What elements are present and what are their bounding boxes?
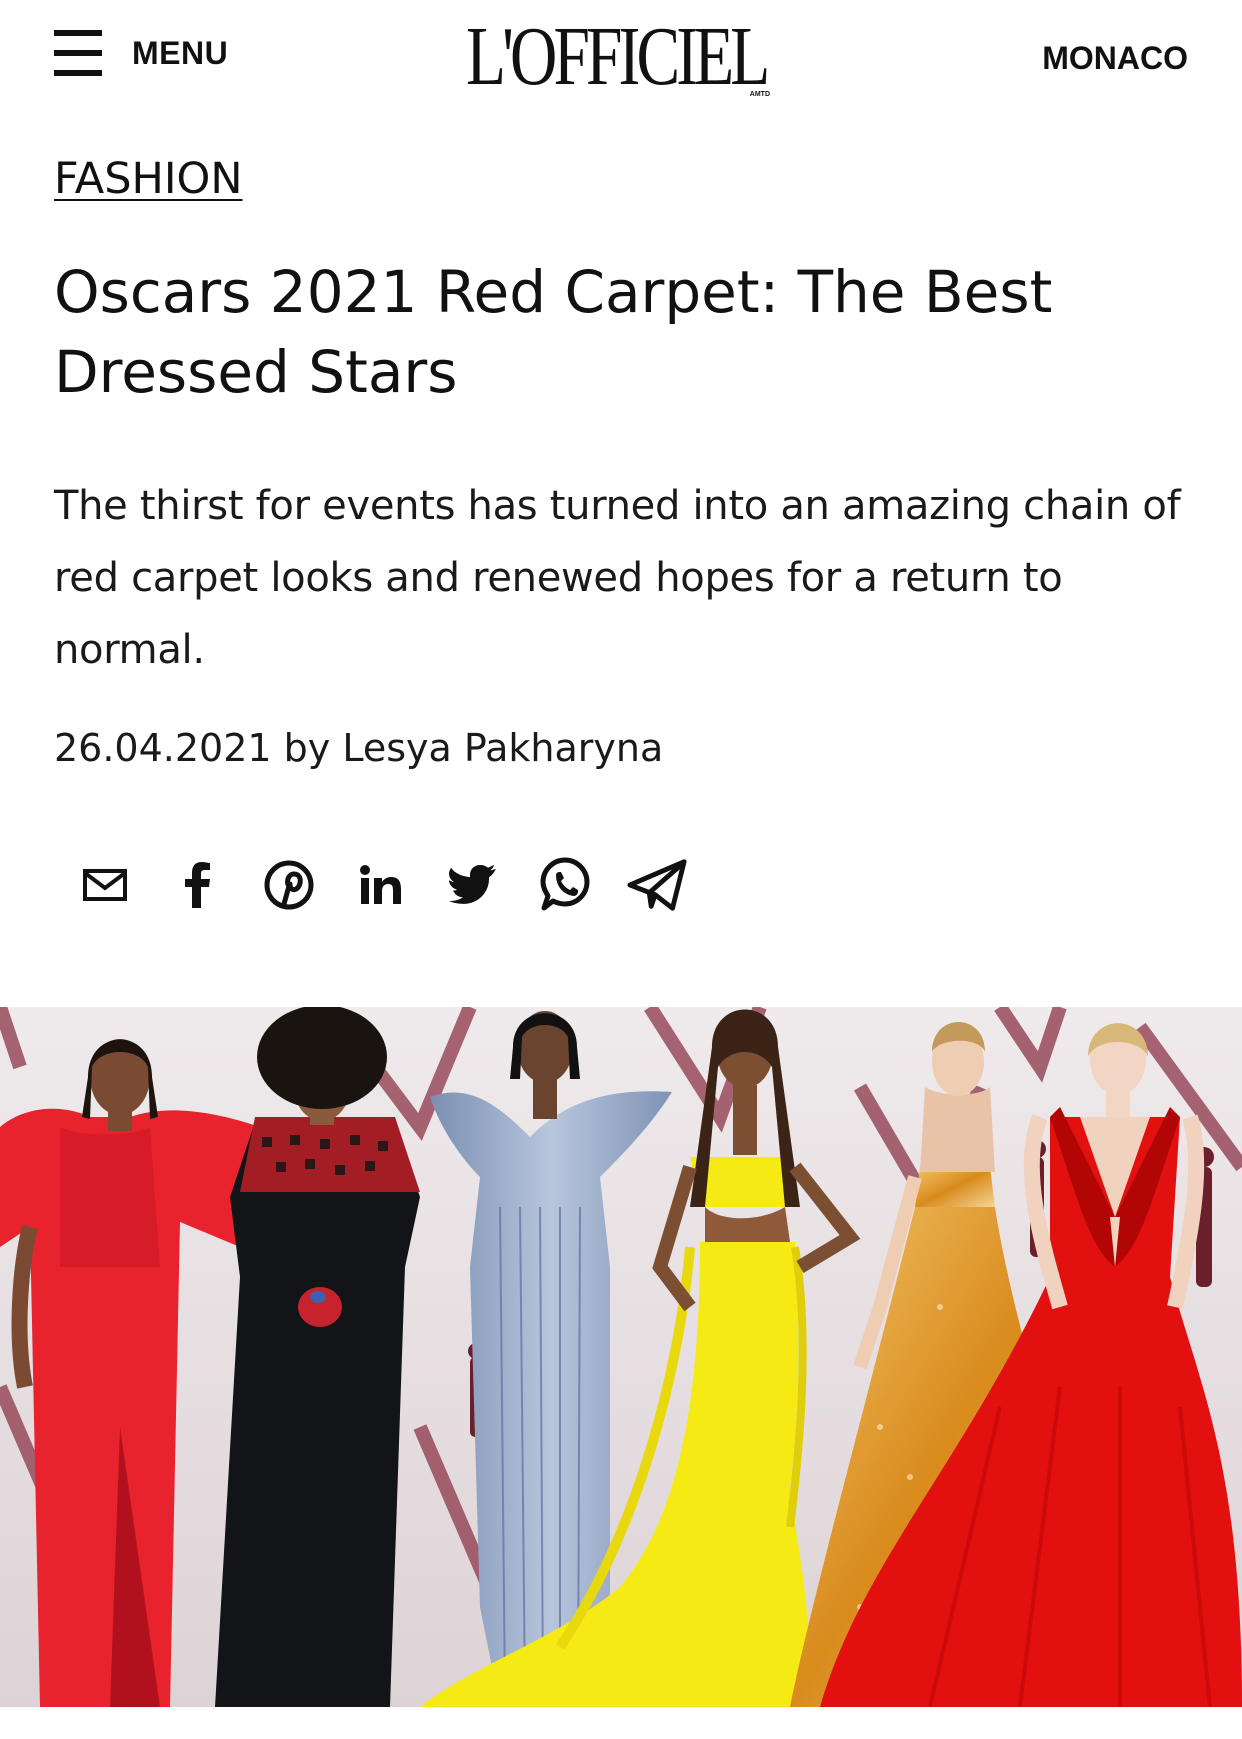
menu-label: MENU (132, 34, 229, 71)
logo-wordmark: L'OFFICIEL (466, 10, 770, 103)
logo-subtext: AMTD (749, 91, 770, 98)
region-selector[interactable]: MONACO (1042, 40, 1188, 77)
twitter-icon (449, 865, 496, 904)
site-logo[interactable]: L'OFFICIEL AMTD (466, 10, 776, 103)
hero-image (0, 1007, 1242, 1707)
article-title: Oscars 2021 Red Carpet: The Best Dressed… (54, 258, 1053, 406)
share-pinterest-button[interactable] (258, 854, 320, 916)
share-email-button[interactable] (74, 854, 136, 916)
article-subtitle: The thirst for events has turned into an… (54, 483, 1181, 673)
site-header: MENU L'OFFICIEL AMTD MONACO (0, 0, 1242, 110)
share-bar (74, 852, 718, 918)
share-whatsapp-button[interactable] (534, 854, 596, 916)
page-bottom-strip (0, 1707, 1242, 1739)
red-carpet-collage (0, 1007, 1242, 1707)
email-icon (83, 869, 127, 901)
share-twitter-button[interactable] (442, 854, 504, 916)
whatsapp-icon (540, 857, 590, 911)
share-telegram-button[interactable] (626, 854, 688, 916)
telegram-icon (627, 859, 687, 911)
article-meta: 26.04.2021 by Lesya Pakharyna (54, 726, 664, 770)
linkedin-icon (360, 865, 401, 904)
share-linkedin-button[interactable] (350, 854, 412, 916)
share-facebook-button[interactable] (166, 854, 228, 916)
category-link[interactable]: FASHION (54, 154, 243, 204)
hamburger-icon (54, 28, 102, 78)
facebook-icon (185, 862, 210, 908)
pinterest-icon (264, 860, 314, 910)
menu-button[interactable]: MENU (54, 28, 228, 78)
